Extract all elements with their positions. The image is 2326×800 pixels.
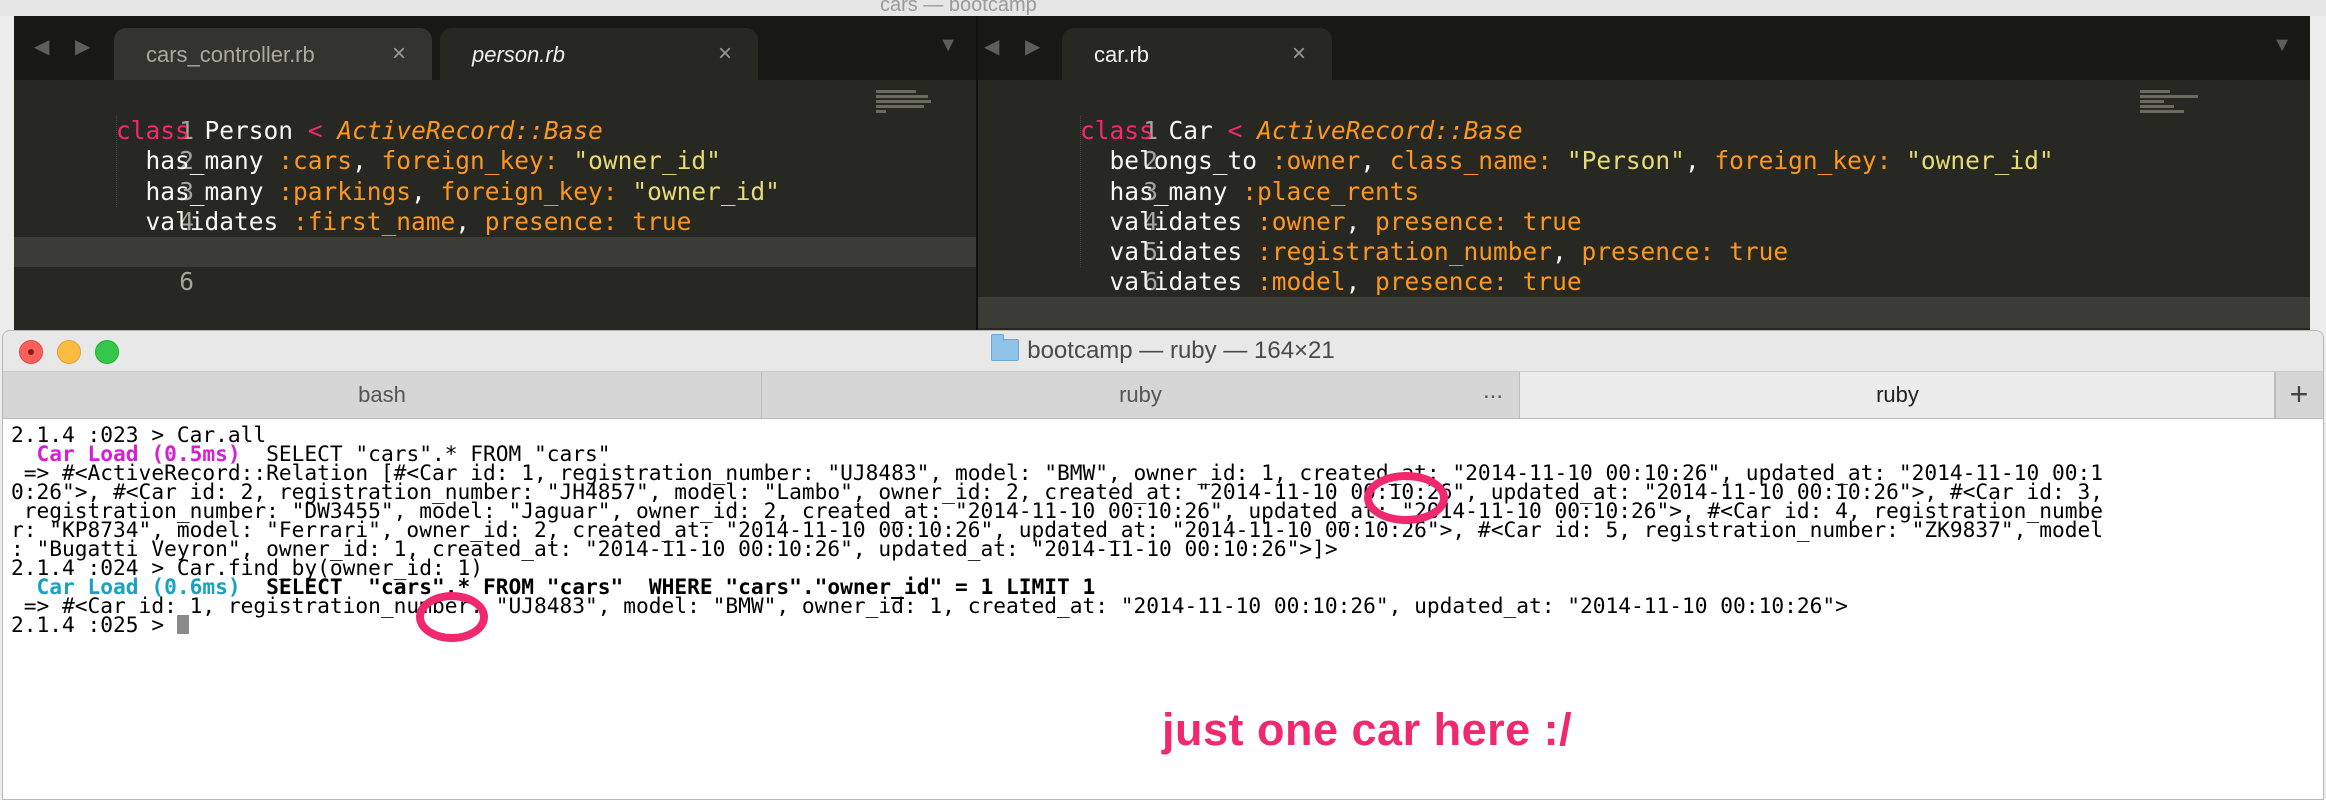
editor-pane-left: ◀ ▶ cars_controller.rb × person.rb × ▼ 1… (14, 16, 976, 332)
terminal-tab-bash[interactable]: bash (3, 372, 762, 418)
code-area-left[interactable]: 1 class Person < ActiveRecord::Base 2 has… (14, 86, 976, 296)
terminal-titlebar[interactable]: bootcamp — ruby — 164×21 (3, 331, 2323, 372)
code-line-current: 8 (978, 297, 2310, 332)
window-title: bootcamp — ruby — 164×21 (3, 334, 2323, 365)
close-icon[interactable]: × (718, 40, 732, 68)
terminal-cursor (176, 615, 189, 634)
editor-tabbar-left: ◀ ▶ cars_controller.rb × person.rb × ▼ (14, 16, 976, 80)
code-line: 7end (978, 267, 2310, 326)
code-line: 4 validates :first_name, presence: true (116, 206, 692, 236)
editor-tabbar-right: ◀ ▶ car.rb × ▼ (978, 16, 2310, 80)
annotation-note: just one car here :/ (1162, 704, 1573, 755)
tab-car-rb[interactable]: car.rb × (1062, 28, 1332, 80)
code-line: 4 validates :owner, presence: true (1080, 206, 1582, 236)
code-line: 5 validates :registration_number, presen… (1080, 236, 1789, 266)
code-line: 5end (14, 207, 976, 266)
tab-person-rb[interactable]: person.rb × (440, 28, 758, 80)
close-icon[interactable]: × (392, 40, 406, 68)
close-icon[interactable]: × (1292, 40, 1306, 68)
nav-arrows-icon[interactable]: ◀ ▶ (984, 34, 1050, 59)
code-area-right[interactable]: 1 class Car < ActiveRecord::Base 2 belong… (978, 86, 2310, 332)
tab-cars-controller[interactable]: cars_controller.rb × (114, 28, 432, 80)
nav-arrows-icon[interactable]: ◀ ▶ (34, 34, 100, 59)
new-tab-button[interactable]: + (2274, 372, 2323, 418)
code-line-current: 6 (14, 236, 976, 296)
chevron-down-icon[interactable]: ▼ (938, 34, 958, 57)
code-line: 1 class Car < ActiveRecord::Base (1080, 116, 1523, 146)
tab-label: car.rb (1094, 42, 1150, 67)
terminal-tab-ruby-2[interactable]: ruby (1520, 372, 2276, 418)
code-line: 2 belongs_to :owner, class_name: "Person… (1080, 146, 2054, 176)
tab-label: ruby (1119, 382, 1162, 407)
code-line: 6 validates :model, presence: true (1080, 267, 1582, 297)
more-icon[interactable]: ... (1483, 368, 1503, 414)
tab-label: bash (358, 382, 406, 407)
code-editor: ◀ ▶ cars_controller.rb × person.rb × ▼ 1… (14, 16, 2310, 332)
tab-label: ruby (1876, 382, 1919, 407)
folder-icon (991, 334, 1020, 361)
highlight-circle (416, 592, 488, 642)
highlight-circle (1364, 472, 1448, 524)
code-line: 3 has_many :parkings, foreign_key: "owne… (116, 176, 780, 206)
terminal-tab-ruby-1[interactable]: ruby ... (762, 372, 1520, 418)
code-line: 2 has_many :cars, foreign_key: "owner_id… (116, 146, 721, 176)
terminal-line: => #<Car id: 1, registration_number: "UJ… (11, 593, 1848, 618)
background-window-title: cars — bootcamp (880, 0, 1037, 16)
editor-pane-right: ◀ ▶ car.rb × ▼ 1 class Car < ActiveRecord… (978, 16, 2310, 332)
tab-label: cars_controller.rb (146, 42, 315, 67)
tab-label: person.rb (472, 42, 565, 67)
terminal-output[interactable]: 2.1.4 :023 > Car.all Car Load (0.5ms) SE… (11, 424, 2323, 635)
terminal-tabstrip: bash ruby ... ruby + (3, 372, 2323, 419)
code-line: 1 class Person < ActiveRecord::Base (116, 116, 603, 146)
background-window-strip: cars — bootcamp (0, 0, 2326, 16)
code-line: 3 has_many :place_rents (1080, 176, 1420, 206)
chevron-down-icon[interactable]: ▼ (2272, 34, 2292, 57)
